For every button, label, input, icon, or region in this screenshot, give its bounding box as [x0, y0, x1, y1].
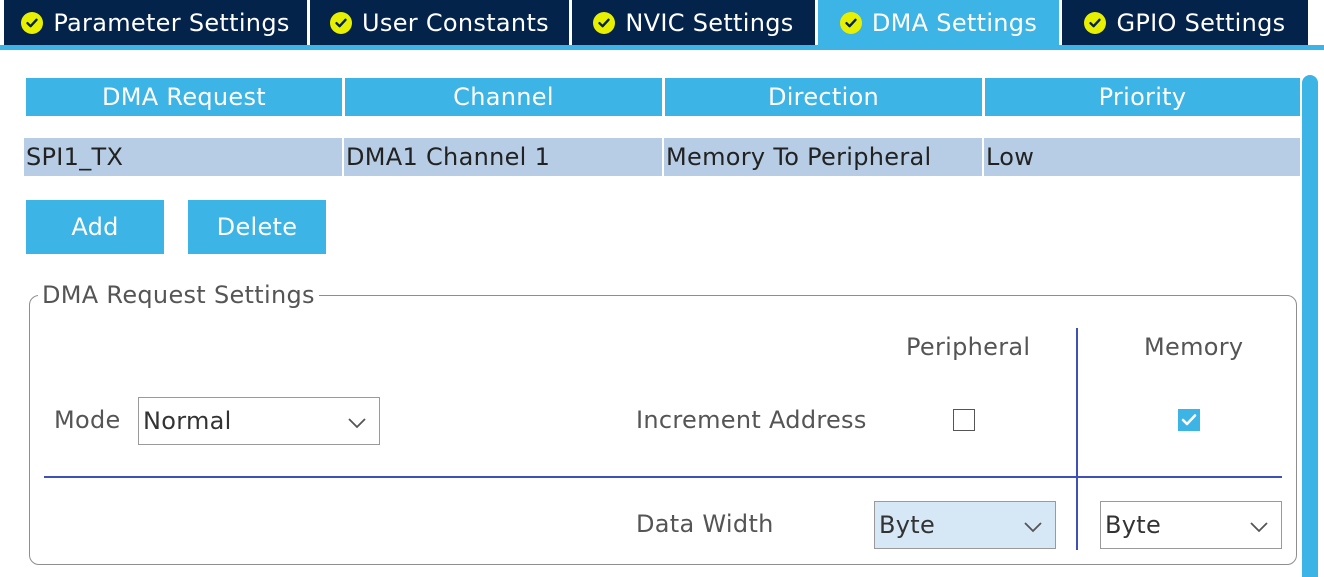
chevron-down-icon: [1023, 511, 1043, 539]
tab-user-constants[interactable]: User Constants: [310, 0, 569, 45]
column-header-direction[interactable]: Direction: [665, 78, 982, 116]
check-circle-icon: [839, 11, 862, 34]
memory-header: Memory: [1144, 333, 1244, 361]
tab-label: GPIO Settings: [1116, 8, 1286, 37]
check-circle-icon: [330, 11, 353, 34]
tab-gpio-settings[interactable]: GPIO Settings: [1062, 0, 1308, 45]
tab-label: DMA Settings: [871, 8, 1038, 37]
peripheral-data-width-value: Byte: [879, 511, 936, 539]
vertical-scrollbar[interactable]: [1302, 75, 1318, 577]
increment-address-label: Increment Address: [636, 406, 867, 434]
tab-dma-settings[interactable]: DMA Settings: [818, 0, 1059, 45]
peripheral-header: Peripheral: [906, 333, 1031, 361]
chevron-down-icon: [1249, 511, 1269, 539]
memory-data-width-value: Byte: [1105, 511, 1162, 539]
tab-label: NVIC Settings: [625, 8, 794, 37]
column-header-dma-request[interactable]: DMA Request: [26, 78, 342, 116]
check-circle-icon: [21, 11, 44, 34]
cell-direction[interactable]: Memory To Peripheral: [664, 138, 982, 176]
column-header-priority[interactable]: Priority: [985, 78, 1300, 116]
cell-channel[interactable]: DMA1 Channel 1: [344, 138, 662, 176]
check-circle-icon: [1084, 11, 1107, 34]
row-divider: [44, 476, 1282, 478]
check-circle-icon: [593, 11, 616, 34]
tab-label: User Constants: [362, 8, 549, 37]
peripheral-increment-checkbox[interactable]: [953, 409, 975, 431]
peripheral-data-width-select[interactable]: Byte: [874, 501, 1056, 549]
tab-nvic-settings[interactable]: NVIC Settings: [572, 0, 815, 45]
checkmark-icon: [1181, 414, 1197, 426]
tab-underline: [0, 45, 1324, 50]
memory-data-width-select[interactable]: Byte: [1100, 501, 1282, 549]
mode-label: Mode: [54, 406, 121, 434]
cell-priority[interactable]: Low: [984, 138, 1300, 176]
delete-button[interactable]: Delete: [188, 200, 326, 254]
mode-select[interactable]: Normal: [138, 397, 380, 445]
mode-select-value: Normal: [143, 407, 232, 435]
add-button[interactable]: Add: [26, 200, 164, 254]
cell-dma-request[interactable]: SPI1_TX: [24, 138, 342, 176]
group-legend: DMA Request Settings: [38, 280, 319, 310]
chevron-down-icon: [347, 407, 367, 435]
tab-parameter-settings[interactable]: Parameter Settings: [4, 0, 307, 45]
data-width-label: Data Width: [636, 510, 774, 538]
memory-increment-checkbox[interactable]: [1178, 409, 1200, 431]
tab-label: Parameter Settings: [53, 8, 290, 37]
column-divider: [1076, 328, 1078, 550]
column-header-channel[interactable]: Channel: [345, 78, 662, 116]
tab-bar: Parameter Settings User Constants NVIC S…: [0, 0, 1324, 50]
